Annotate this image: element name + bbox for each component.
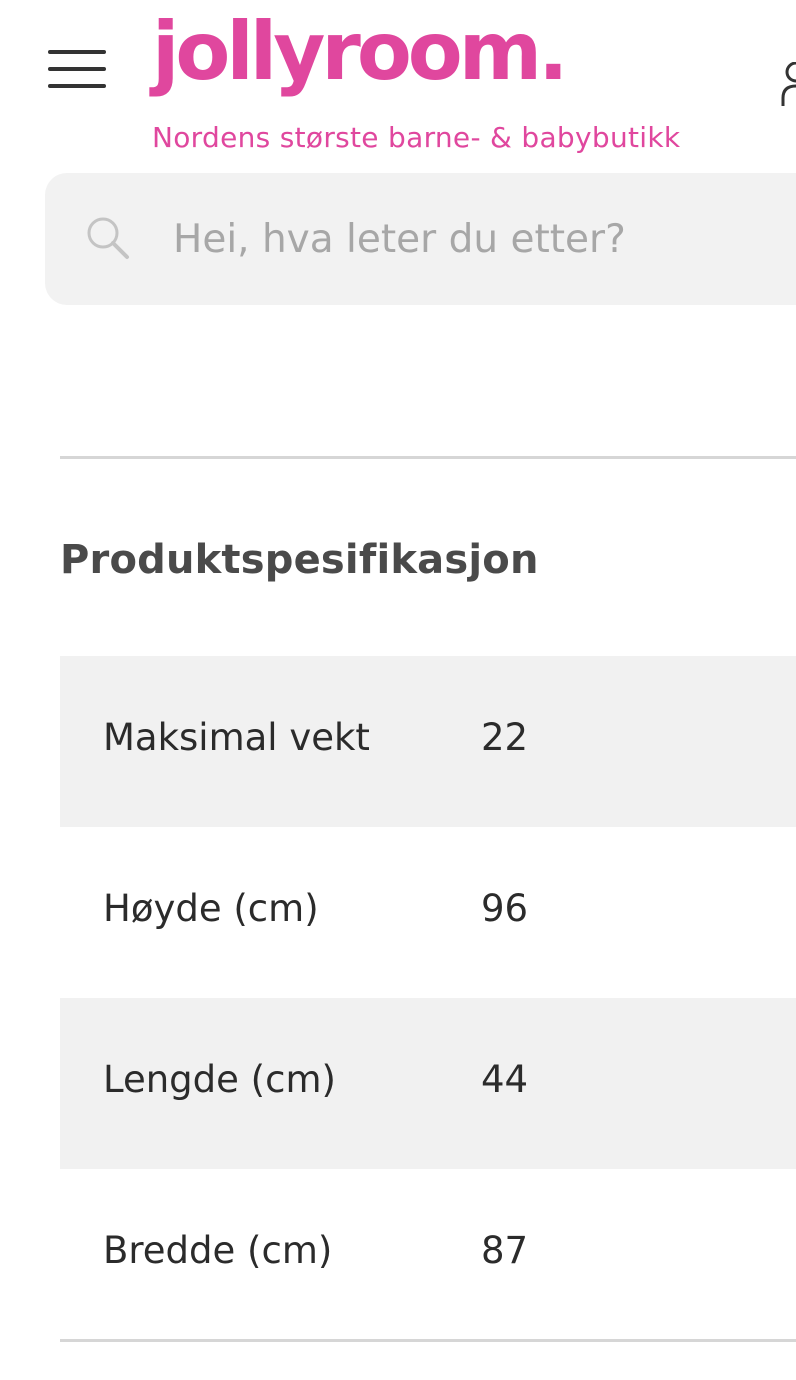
search-icon [87,217,129,259]
search-bar[interactable] [45,173,796,305]
section-title: Produktspesifikasjon [60,537,539,583]
tagline: Nordens største barne- & babybutikk [152,121,681,154]
menu-button[interactable] [48,50,106,88]
user-icon[interactable] [780,62,796,108]
spec-table: Maksimal vekt 22 Høyde (cm) 96 Lengde (c… [60,656,796,1340]
spec-value: 22 [481,716,529,759]
spec-label: Høyde (cm) [103,887,319,930]
spec-value: 87 [481,1229,529,1272]
section-divider [60,1339,796,1342]
spec-row: Høyde (cm) 96 [60,827,796,998]
spec-row: Lengde (cm) 44 [60,998,796,1169]
spec-label: Maksimal vekt [103,716,370,759]
spec-row: Bredde (cm) 87 [60,1169,796,1340]
spec-value: 44 [481,1058,529,1101]
page: jollyroom. Nordens største barne- & baby… [0,0,796,1380]
section-divider [60,456,796,459]
logo[interactable]: jollyroom. [152,12,568,92]
search-input[interactable] [173,209,796,269]
spec-row: Maksimal vekt 22 [60,656,796,827]
spec-label: Lengde (cm) [103,1058,336,1101]
menu-icon-bar [48,84,106,88]
menu-icon-bar [48,67,106,71]
menu-icon-bar [48,50,106,54]
spec-label: Bredde (cm) [103,1229,333,1272]
spec-value: 96 [481,887,529,930]
